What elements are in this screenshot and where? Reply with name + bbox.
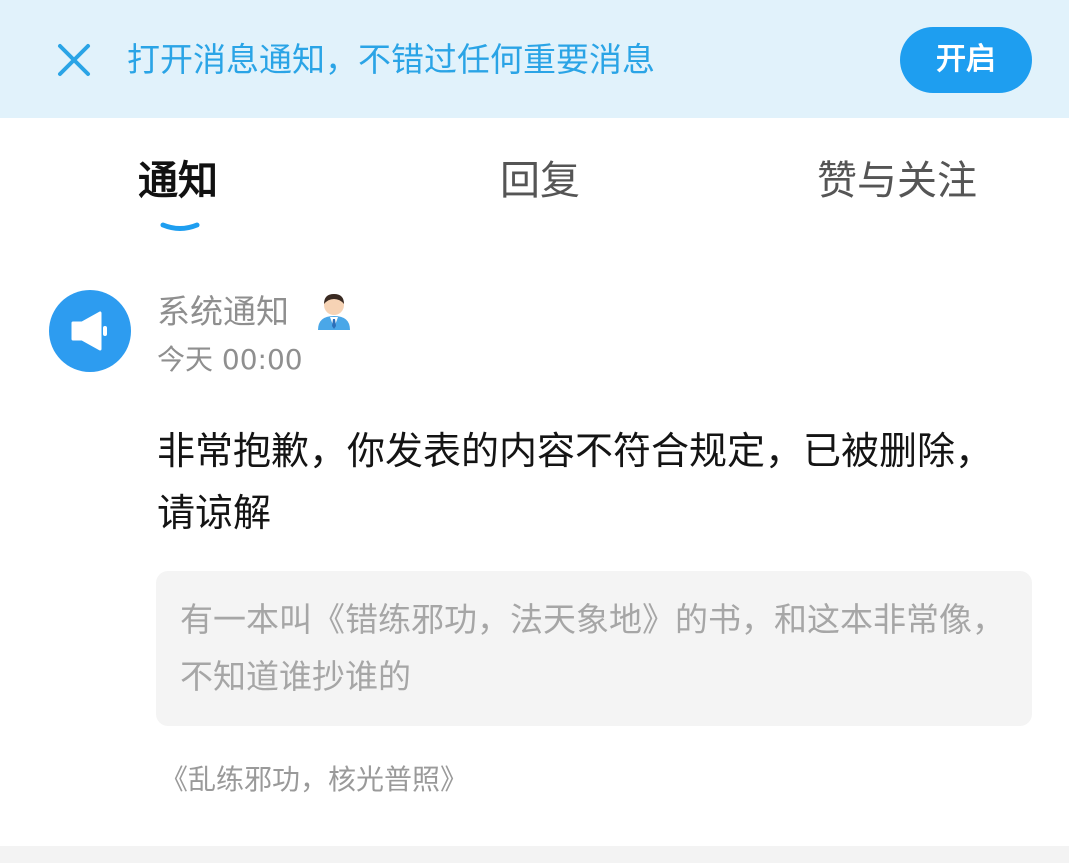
bottom-divider [0, 846, 1069, 863]
official-badge [314, 290, 354, 332]
sender-name: 系统通知 [157, 292, 289, 331]
tab-notifications[interactable]: 通知 [138, 154, 218, 208]
tab-likes-follows[interactable]: 赞与关注 [817, 154, 977, 208]
megaphone-icon [71, 311, 107, 351]
banner-message: 打开消息通知，不错过任何重要消息 [127, 40, 655, 79]
close-banner-button[interactable] [52, 38, 96, 82]
quoted-comment-text: 有一本叫《错练邪功，法天象地》的书，和这本非常像，不知道谁抄谁的 [180, 600, 1005, 696]
message-body: 非常抱歉，你发表的内容不符合规定，已被删除，请谅解 [157, 429, 994, 535]
notification-page: 打开消息通知，不错过任何重要消息 开启 通知 回复 赞与关注 系统通知 今天 0… [0, 0, 1069, 863]
system-notice-avatar [49, 290, 131, 372]
active-tab-indicator [160, 222, 200, 231]
message-tabs: 通知 回复 赞与关注 [0, 118, 1069, 248]
quoted-comment-box[interactable]: 有一本叫《错练邪功，法天象地》的书，和这本非常像，不知道谁抄谁的 [156, 571, 1032, 726]
enable-notifications-button[interactable]: 开启 [900, 27, 1032, 93]
tab-replies[interactable]: 回复 [500, 154, 580, 208]
source-book-link[interactable]: 《乱练邪功，核光普照》 [160, 758, 468, 802]
message-timestamp: 今天 00:00 [157, 343, 303, 376]
official-person-icon [318, 294, 350, 330]
notification-permission-banner: 打开消息通知，不错过任何重要消息 开启 [0, 0, 1069, 118]
close-icon [58, 44, 90, 76]
